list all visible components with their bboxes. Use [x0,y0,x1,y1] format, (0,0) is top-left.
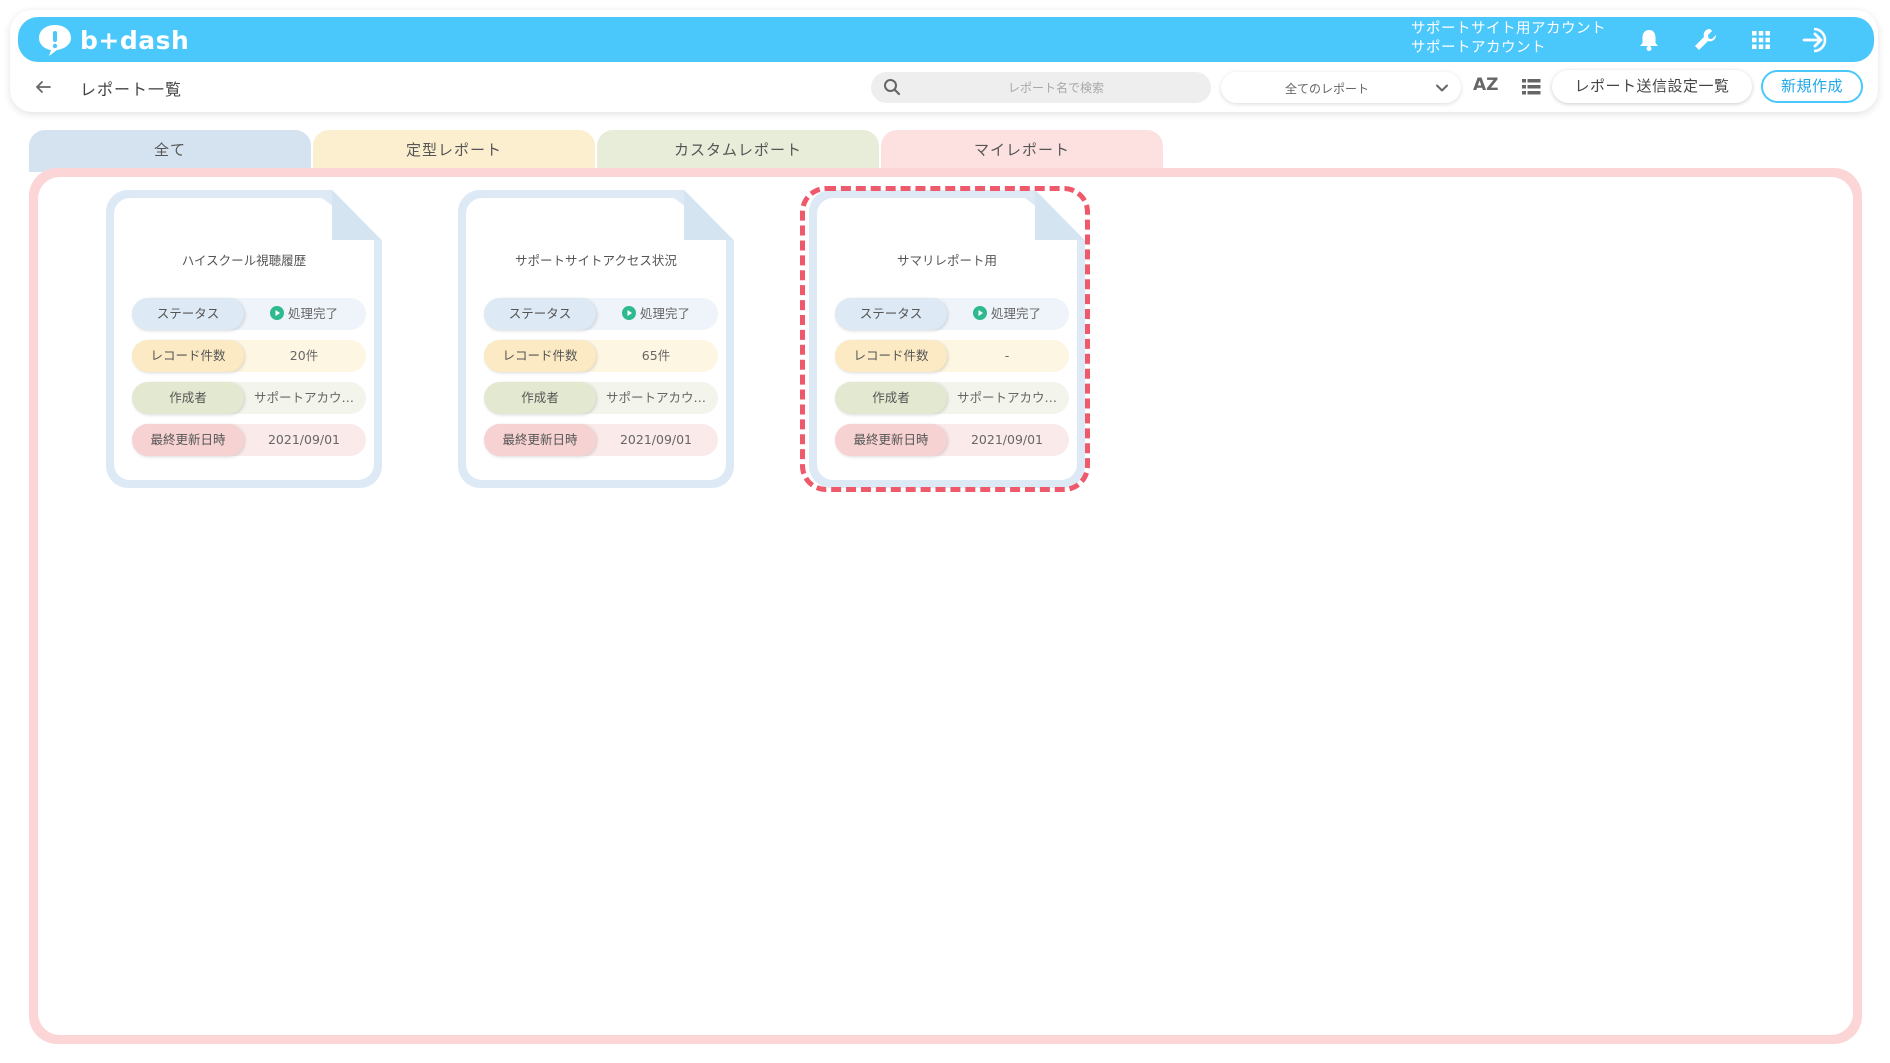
record-count-row: レコード件数 65件 [484,340,718,372]
updated-row: 最終更新日時 2021/09/01 [484,424,718,456]
search-input[interactable] [911,72,1201,103]
status-row: ステータス 処理完了 [132,298,366,330]
wrench-icon[interactable] [1691,26,1719,54]
author-row: 作成者 サポートアカウ… [484,382,718,414]
bell-icon[interactable] [1635,26,1663,54]
report-scope-value: 全てのレポート [1284,82,1369,96]
author-label: 作成者 [484,382,596,414]
status-label: ステータス [484,298,596,330]
report-send-settings-button[interactable]: レポート送信設定一覧 [1552,70,1752,103]
author-row: 作成者 サポートアカウ… [132,382,366,414]
status-value: 処理完了 [244,298,364,330]
tab-all[interactable]: 全て [29,130,311,172]
tab-custom-reports[interactable]: カスタムレポート [597,130,879,172]
report-scope-select[interactable]: 全てのレポート [1221,72,1461,103]
highlight-outline [800,186,1090,492]
status-label: ステータス [132,298,244,330]
tab-my-reports[interactable]: マイレポート [881,130,1163,172]
account-user-name: サポートアカウント [1411,40,1546,56]
report-title: ハイスクール視聴履歴 [181,253,307,268]
new-report-button[interactable]: 新規作成 [1761,70,1863,103]
logo-text: b+dash [80,25,190,55]
logout-icon[interactable] [1802,26,1834,54]
play-icon [621,306,636,320]
logo-bubble-icon [39,25,71,56]
apps-grid-icon[interactable] [1747,26,1775,54]
search-icon [884,79,901,96]
report-card[interactable]: ハイスクール視聴履歴 ステータス 処理完了 レコード件数 20件 作成者 サポー… [106,190,382,488]
updated-value: 2021/09/01 [267,432,341,447]
record-count-label: レコード件数 [484,340,596,372]
author-value: サポートアカウ… [253,390,354,405]
tab-fixed-reports[interactable]: 定型レポート [313,130,595,172]
updated-row: 最終更新日時 2021/09/01 [132,424,366,456]
account-info[interactable]: サポートサイト用アカウント サポートアカウント [1411,20,1606,58]
page-title: レポート一覧 [80,80,183,99]
author-label: 作成者 [132,382,244,414]
record-count-label: レコード件数 [132,340,244,372]
status-row: ステータス 処理完了 [484,298,718,330]
sort-az-button[interactable]: AZ [1473,75,1503,99]
report-card[interactable]: サポートサイトアクセス状況 ステータス 処理完了 レコード件数 65件 作成者 … [458,190,734,488]
account-site-name: サポートサイト用アカウント [1411,21,1606,37]
toolbar: レポート一覧 全てのレポート AZ レポート送信設定一覧 新規作成 [18,70,1874,106]
record-count-row: レコード件数 20件 [132,340,366,372]
report-title: サポートサイトアクセス状況 [515,253,677,268]
chevron-down-icon [1436,84,1448,92]
top-bar: b+dash サポートサイト用アカウント サポートアカウント [18,17,1874,62]
author-value: サポートアカウ… [605,390,706,405]
logo[interactable]: b+dash [36,24,189,56]
status-value: 処理完了 [596,298,716,330]
list-view-icon[interactable] [1520,76,1542,98]
search-box[interactable] [871,72,1211,103]
updated-label: 最終更新日時 [132,424,244,456]
play-icon [269,306,284,320]
updated-value: 2021/09/01 [619,432,693,447]
record-count-value: 65件 [641,348,671,363]
back-arrow-icon[interactable] [32,76,54,98]
record-count-value: 20件 [289,348,319,363]
updated-label: 最終更新日時 [484,424,596,456]
